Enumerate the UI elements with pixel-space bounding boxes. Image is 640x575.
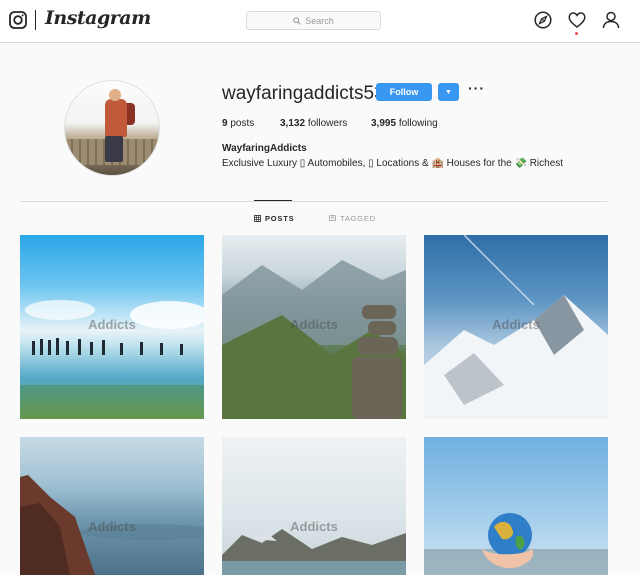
globe-scene bbox=[424, 513, 608, 575]
post-watermark: Addicts bbox=[88, 519, 136, 534]
active-tab-indicator bbox=[254, 200, 292, 201]
tabs-divider bbox=[20, 201, 607, 202]
compass-icon[interactable] bbox=[534, 11, 552, 29]
profile-username: wayfaringaddicts53 bbox=[222, 83, 385, 104]
followers-label: followers bbox=[307, 118, 348, 129]
post-thumbnail[interactable]: Addicts bbox=[424, 235, 608, 419]
search-input[interactable]: Search bbox=[246, 11, 381, 30]
grid-icon bbox=[254, 215, 261, 222]
post-watermark: Addicts bbox=[290, 519, 338, 534]
tab-posts[interactable]: POSTS bbox=[254, 214, 294, 223]
instagram-wordmark[interactable]: Instagram bbox=[45, 7, 151, 29]
instagram-glyph-icon[interactable] bbox=[9, 11, 27, 29]
post-thumbnail[interactable]: Addicts bbox=[20, 235, 204, 419]
profile-avatar[interactable] bbox=[64, 80, 160, 176]
search-placeholder: Search bbox=[305, 15, 334, 26]
tab-posts-label: POSTS bbox=[265, 214, 295, 223]
post-watermark: Addicts bbox=[290, 317, 338, 332]
lake-mountain-scene bbox=[222, 529, 406, 575]
posts-count: 9 bbox=[222, 118, 228, 129]
profile-bio: Exclusive Luxury ▯ Automobiles, ▯ Locati… bbox=[222, 158, 564, 169]
suggested-dropdown-button[interactable]: ▼ bbox=[438, 83, 459, 101]
tag-icon bbox=[329, 215, 336, 221]
avatar-person-head bbox=[109, 89, 121, 101]
followers-count: 3,132 bbox=[280, 118, 306, 129]
following-stat[interactable]: 3,995 following bbox=[371, 118, 438, 129]
posts-count-stat: 9 posts bbox=[222, 118, 254, 129]
heart-icon[interactable] bbox=[568, 11, 586, 29]
following-count: 3,995 bbox=[371, 118, 397, 129]
avatar-person-legs bbox=[105, 136, 123, 162]
post-thumbnail[interactable]: Addicts bbox=[20, 437, 204, 575]
notification-dot bbox=[575, 32, 578, 35]
avatar-person bbox=[105, 99, 127, 137]
post-watermark: Addicts bbox=[492, 317, 540, 332]
tab-tagged-label: TAGGED bbox=[340, 214, 376, 223]
profile-icon[interactable] bbox=[602, 11, 620, 29]
search-icon bbox=[293, 16, 301, 25]
follow-button[interactable]: Follow bbox=[376, 83, 432, 101]
top-navigation-bar: Instagram Search bbox=[0, 0, 640, 43]
logo-divider bbox=[35, 10, 36, 30]
hazy-landscape-scene bbox=[20, 475, 204, 575]
post-thumbnail[interactable] bbox=[424, 437, 608, 575]
more-options-button[interactable]: ··· bbox=[468, 80, 485, 96]
followers-stat[interactable]: 3,132 followers bbox=[280, 118, 347, 129]
following-label: following bbox=[398, 118, 438, 129]
post-thumbnail[interactable]: Addicts bbox=[222, 437, 406, 575]
post-thumbnail[interactable]: Addicts bbox=[222, 235, 406, 419]
post-watermark: Addicts bbox=[88, 317, 136, 332]
posts-label: posts bbox=[230, 118, 255, 129]
profile-full-name: WayfaringAddicts bbox=[222, 143, 307, 154]
tab-tagged[interactable]: TAGGED bbox=[329, 214, 376, 223]
